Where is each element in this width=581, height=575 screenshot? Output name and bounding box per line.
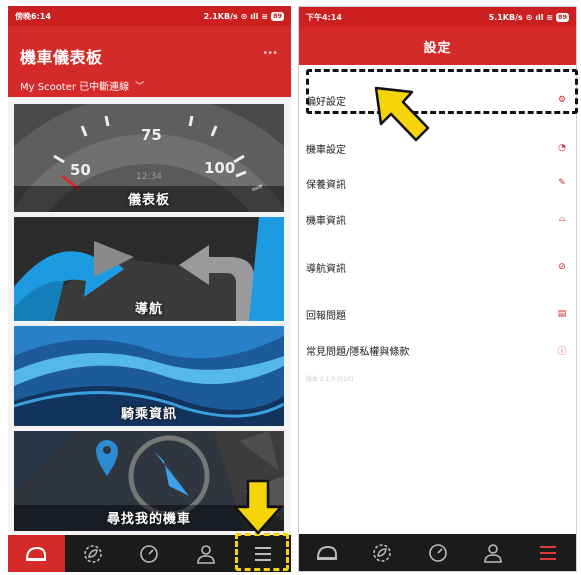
scooter-icon: ⌓ [558,214,566,224]
bottom-navigation [299,534,576,571]
settings-row-report-issue[interactable]: 回報問題 ▤ [299,303,576,325]
status-bar: 傍晚6:14 2.1KB/s ⊙ ıll ≋ 89 [8,6,291,26]
helmet-icon [316,545,337,560]
settings-row-scooter-settings[interactable]: 機車設定 ◔ [299,137,576,159]
nav-eco-button[interactable] [354,534,409,571]
gauge-number-50: 50 [70,161,91,179]
nav-eco-button[interactable] [65,535,122,572]
helmet-icon [26,546,47,561]
speedometer-icon [140,544,159,563]
page-title: 設定 [423,40,452,56]
settings-row-maintenance[interactable]: 保養資訊 ✎ [299,172,576,194]
nav-profile-button[interactable] [178,535,235,572]
status-bar: 下午4:14 5.1KB/s ⊙ ıll ≋ 89 [299,7,576,27]
row-label: 回報問題 [306,310,346,322]
tile-dashboard[interactable]: 75 50 100 12:34 儀表板 [14,104,284,212]
version-text: 版本 2.1.0 (510) [306,376,354,383]
nav-dashboard-button[interactable] [410,534,465,571]
nav-dashboard-button[interactable] [121,535,178,572]
tile-label: 騎乘資訊 [120,407,177,422]
row-label: 常見問題/隱私權與條款 [306,346,410,358]
gauge-number-75: 75 [141,126,162,144]
row-label: 機車資訊 [306,215,346,227]
page-title: 機車儀表板 [20,48,103,67]
leaf-gear-icon [373,543,391,562]
tile-ride-info[interactable]: 騎乘資訊 [14,326,284,426]
tile-navigation[interactable]: 導航 [14,217,284,321]
tile-label: 儀表板 [127,193,170,208]
row-label: 機車設定 [306,144,346,156]
battery-icon: 89 [555,12,569,22]
question-icon: ⓘ [557,346,567,357]
compass-icon: ⊘ [558,262,566,272]
signal-wifi-icon: ⊙ ıll ≋ [240,11,268,21]
leaf-gear-icon [84,544,102,563]
dashboard-header: 機車儀表板 ••• My Scooter 已中斷連線 ﹀ [8,26,291,97]
nav-helmet-button[interactable] [299,534,354,571]
gauge-number-100: 100 [204,159,236,177]
nav-helmet-button[interactable] [8,535,65,572]
gauge-clock: 12:34 [136,172,162,182]
network-speed: 5.1KB/s [488,12,523,22]
chevron-down-icon: ﹀ [135,82,145,92]
person-icon [484,543,502,563]
menu-icon [540,545,557,560]
network-speed: 2.1KB/s [203,11,238,21]
arrow-down-icon [233,479,283,535]
highlight-menu-box [235,533,289,571]
tile-label: 導航 [134,302,163,317]
feature-tiles: 75 50 100 12:34 儀表板 導航 騎乘資訊 尋找我的機車 [8,97,291,535]
nav-profile-button[interactable] [465,534,520,571]
arrow-up-left-icon [374,86,430,142]
highlight-preferences-box [306,69,578,114]
speedometer-icon: ◔ [558,143,566,153]
connection-status: My Scooter 已中斷連線 [20,82,130,93]
nav-menu-button[interactable] [521,534,576,571]
status-time: 下午4:14 [306,12,342,22]
settings-header: 設定 [299,27,576,65]
row-label: 保養資訊 [306,179,346,191]
row-label: 導航資訊 [306,263,346,275]
connection-selector[interactable]: My Scooter 已中斷連線 ﹀ [20,78,291,93]
battery-icon: 89 [270,11,284,21]
settings-row-navigation-info[interactable]: 導航資訊 ⊘ [299,256,576,278]
settings-row-faq-privacy[interactable]: 常見問題/隱私權與條款 ⓘ [299,339,576,361]
signal-wifi-icon: ⊙ ıll ≋ [525,12,553,22]
person-icon [197,544,215,564]
more-options-button[interactable]: ••• [262,48,278,59]
settings-row-scooter-info[interactable]: 機車資訊 ⌓ [299,208,576,230]
wrench-icon: ✎ [558,178,566,188]
speedometer-icon [428,543,447,562]
document-icon: ▤ [557,309,567,319]
status-time: 傍晚6:14 [15,11,51,21]
